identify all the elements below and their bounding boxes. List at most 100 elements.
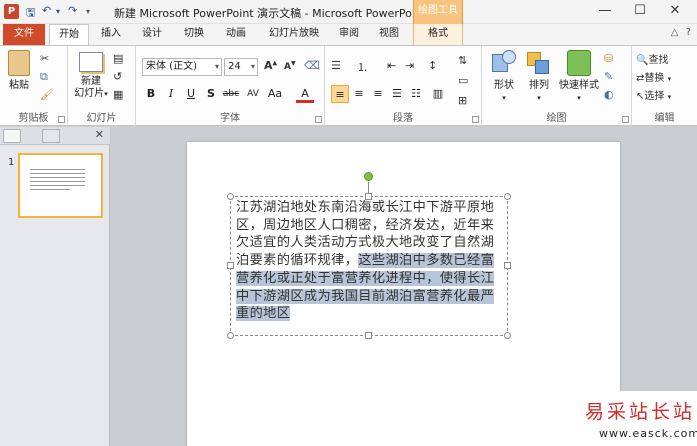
watermark-url: www.easck.com	[599, 427, 697, 440]
layout-icon[interactable]: ▤	[113, 52, 123, 65]
tab-home[interactable]: 开始	[49, 24, 89, 46]
shapes-icon	[492, 50, 516, 76]
replace-button[interactable]: ⇄替换 ▾	[636, 69, 671, 84]
align-text-icon[interactable]: ▭	[458, 74, 468, 87]
font-family-value: 宋体 (正文)	[146, 61, 197, 72]
close-button[interactable]: ✕	[660, 0, 690, 24]
resize-handle-bottom[interactable]	[365, 332, 372, 339]
minimize-button[interactable]: —	[590, 0, 620, 24]
clear-format-icon[interactable]: ⌫	[304, 59, 320, 72]
tab-insert[interactable]: 插入	[93, 24, 129, 45]
drawing-launcher-icon[interactable]	[622, 116, 629, 123]
underline-button[interactable]: U	[182, 85, 200, 103]
help-icon[interactable]: ?	[686, 27, 691, 38]
new-slide-button[interactable]: 新建 幻灯片▾	[72, 50, 110, 100]
section-icon[interactable]: ▦	[113, 88, 123, 101]
slide-body-text[interactable]: 江苏湖泊地处东南沿海或长江中下游平原地区，周边地区人口稠密，经济发达，近年来欠适…	[236, 199, 504, 323]
resize-handle-right[interactable]	[504, 262, 511, 269]
font-launcher-icon[interactable]	[315, 116, 322, 123]
bullets-icon[interactable]: ☰	[331, 59, 341, 72]
outline-tab[interactable]	[42, 129, 60, 143]
resize-handle-top-left[interactable]	[227, 193, 234, 200]
resize-handle-left[interactable]	[227, 262, 234, 269]
reset-icon[interactable]: ↺	[113, 70, 122, 83]
clipboard-launcher-icon[interactable]	[58, 116, 65, 123]
save-icon[interactable]: 🖫	[26, 4, 35, 23]
rotate-handle[interactable]	[364, 172, 373, 181]
find-button[interactable]: 🔍查找	[636, 51, 668, 66]
justify-button[interactable]: ☰	[388, 85, 406, 103]
align-center-button[interactable]: ≡	[350, 85, 368, 103]
increase-indent-icon[interactable]: ⇥	[405, 59, 414, 72]
tab-review[interactable]: 审阅	[332, 24, 366, 45]
find-label: 查找	[648, 55, 669, 66]
group-paragraph: ☰ ⒈ ⇤ ⇥ ↕ ⇅ ▭ ⊞ ≡ ≡ ≡ ☰ ☷ ▥ 段落	[325, 46, 482, 126]
copy-icon[interactable]: ⧉	[40, 70, 48, 84]
line-spacing-icon[interactable]: ↕	[428, 59, 437, 72]
align-right-button[interactable]: ≡	[369, 85, 387, 103]
shapes-button[interactable]: 形状 ▾	[486, 50, 522, 104]
shape-effects-icon[interactable]: ◐	[604, 88, 614, 101]
paste-button[interactable]: 粘贴	[4, 50, 34, 92]
title-bar: P 🖫 ↶ ▾ ↷ ▾ 新建 Microsoft PowerPoint 演示文稿…	[0, 0, 697, 24]
font-family-select[interactable]: 宋体 (正文) ▾	[142, 58, 222, 76]
resize-handle-top-right[interactable]	[504, 193, 511, 200]
tab-design[interactable]: 设计	[134, 24, 170, 45]
cut-icon[interactable]: ✂	[40, 52, 49, 65]
watermark: 易采站长站 www.easck.com	[579, 391, 697, 446]
bold-button[interactable]: B	[142, 85, 160, 103]
slides-tab[interactable]	[3, 129, 21, 143]
tab-file[interactable]: 文件	[3, 24, 45, 45]
shape-fill-icon[interactable]: ⛁	[604, 52, 613, 65]
ribbon-tabs: 文件 开始 插入 设计 切换 动画 幻灯片放映 审阅 视图 格式 △ ?	[0, 24, 697, 46]
powerpoint-app-icon[interactable]: P	[4, 4, 19, 19]
paste-label: 粘贴	[9, 80, 29, 91]
slide-thumbnail[interactable]	[18, 153, 103, 218]
decrease-indent-icon[interactable]: ⇤	[387, 59, 396, 72]
grow-font-icon[interactable]: A▲	[264, 59, 277, 72]
text-shadow-button[interactable]: S	[202, 85, 220, 103]
paragraph-launcher-icon[interactable]	[472, 116, 479, 123]
undo-icon[interactable]: ↶	[42, 4, 51, 17]
align-left-button[interactable]: ≡	[331, 85, 349, 103]
italic-button[interactable]: I	[162, 85, 180, 103]
group-clipboard: 粘贴 ✂ ⧉ 🖌 剪贴板	[0, 46, 68, 126]
resize-handle-bottom-right[interactable]	[504, 332, 511, 339]
ribbon-help-icons: △ ?	[671, 27, 691, 38]
window-title: 新建 Microsoft PowerPoint 演示文稿 - Microsoft…	[114, 7, 427, 20]
tab-transitions[interactable]: 切换	[176, 24, 212, 45]
tab-format[interactable]: 格式	[413, 24, 463, 45]
change-case-button[interactable]: Aa	[266, 85, 284, 103]
group-editing: 🔍查找 ⇄替换 ▾ ↖选择 ▾ 编辑	[632, 46, 697, 126]
numbering-icon[interactable]: ⒈	[357, 59, 368, 75]
quick-styles-label: 快速样式	[559, 80, 599, 91]
resize-handle-bottom-left[interactable]	[227, 332, 234, 339]
close-icon[interactable]: ✕	[95, 128, 104, 141]
strikethrough-button[interactable]: abc	[222, 85, 240, 103]
shrink-font-icon[interactable]: A▼	[284, 60, 296, 72]
font-size-select[interactable]: 24 ▾	[224, 58, 258, 76]
format-painter-icon[interactable]: 🖌	[40, 88, 54, 101]
font-color-button[interactable]: A	[296, 85, 314, 103]
panel-tabs: ✕	[0, 127, 110, 145]
character-spacing-button[interactable]: AV	[244, 85, 262, 103]
tab-animations[interactable]: 动画	[218, 24, 254, 45]
customize-qat-icon[interactable]: ▾	[86, 7, 90, 16]
quick-styles-button[interactable]: 快速样式 ▾	[556, 50, 602, 104]
smartart-icon[interactable]: ⊞	[458, 94, 467, 107]
columns-button[interactable]: ▥	[429, 85, 447, 103]
distribute-button[interactable]: ☷	[407, 85, 425, 103]
collapse-ribbon-icon[interactable]: △	[671, 27, 679, 38]
maximize-button[interactable]: ☐	[625, 0, 655, 24]
clipboard-group-label: 剪贴板	[18, 113, 49, 124]
undo-dropdown-icon[interactable]: ▾	[56, 7, 60, 16]
tab-slideshow[interactable]: 幻灯片放映	[261, 24, 327, 45]
replace-label: 替换	[644, 73, 665, 84]
arrange-button[interactable]: 排列 ▾	[522, 50, 556, 104]
group-slides: 新建 幻灯片▾ ▤ ↺ ▦ 幻灯片	[68, 46, 136, 126]
select-button[interactable]: ↖选择 ▾	[636, 87, 671, 102]
shape-outline-icon[interactable]: ✎	[604, 70, 613, 83]
tab-view[interactable]: 视图	[372, 24, 406, 45]
redo-icon[interactable]: ↷	[68, 4, 77, 17]
text-direction-icon[interactable]: ⇅	[458, 54, 467, 67]
